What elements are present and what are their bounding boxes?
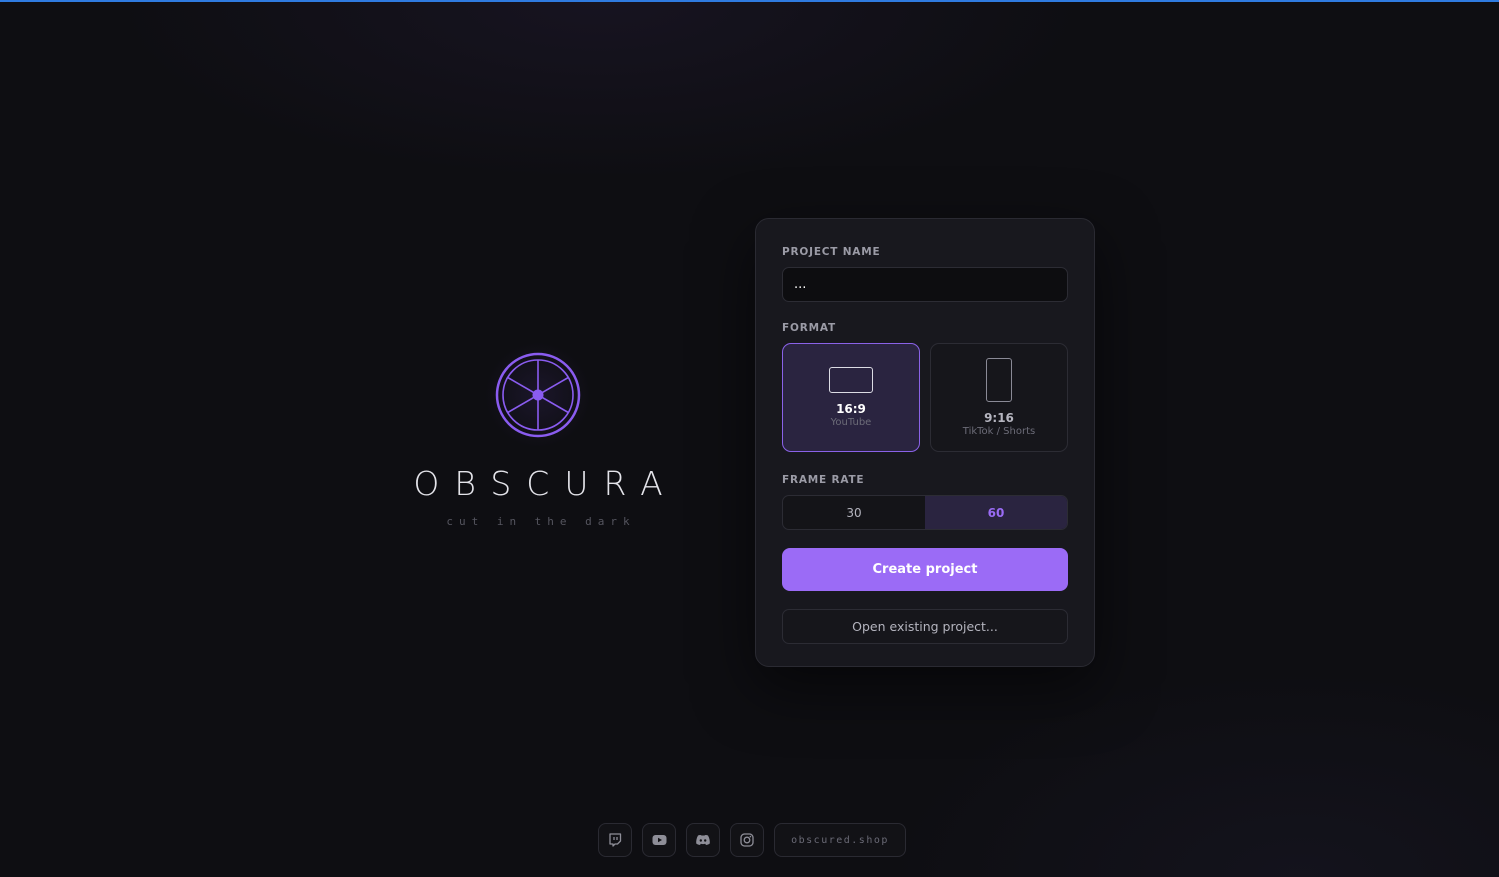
format-option-9-16[interactable]: 9:16 TikTok / Shorts xyxy=(930,343,1068,452)
format-platform: TikTok / Shorts xyxy=(962,426,1036,437)
aperture-wheel-icon xyxy=(478,340,598,450)
discord-icon[interactable] xyxy=(686,823,720,857)
format-label: FORMAT xyxy=(782,322,836,334)
open-existing-project-button[interactable]: Open existing project... xyxy=(782,609,1068,644)
project-name-label: PROJECT NAME xyxy=(782,246,881,258)
frame-rate-toggle: 30 60 xyxy=(782,495,1068,530)
frame-rate-label: FRAME RATE xyxy=(782,474,865,486)
window-top-accent-bar xyxy=(0,0,1499,2)
instagram-icon[interactable] xyxy=(730,823,764,857)
landscape-frame-icon xyxy=(829,367,873,393)
footer-links: obscured.shop xyxy=(598,823,906,857)
brand-title: OBSCURA xyxy=(413,464,678,503)
format-platform: YouTube xyxy=(830,417,872,428)
portrait-frame-icon xyxy=(986,358,1012,402)
site-link[interactable]: obscured.shop xyxy=(774,823,906,857)
format-ratio: 16:9 xyxy=(836,402,866,416)
format-options: 16:9 YouTube 9:16 TikTok / Shorts xyxy=(782,343,1068,452)
brand-tagline: cut in the dark xyxy=(446,515,636,528)
youtube-icon[interactable] xyxy=(642,823,676,857)
project-name-input[interactable] xyxy=(782,267,1068,302)
frame-rate-60[interactable]: 60 xyxy=(925,496,1067,529)
format-option-16-9[interactable]: 16:9 YouTube xyxy=(782,343,920,452)
twitch-icon[interactable] xyxy=(598,823,632,857)
brand-block: OBSCURA cut in the dark xyxy=(388,340,688,528)
create-project-button[interactable]: Create project xyxy=(782,548,1068,591)
format-ratio: 9:16 xyxy=(984,411,1014,425)
new-project-card: PROJECT NAME FORMAT 16:9 YouTube 9:16 Ti… xyxy=(755,218,1095,667)
frame-rate-30[interactable]: 30 xyxy=(783,496,925,529)
